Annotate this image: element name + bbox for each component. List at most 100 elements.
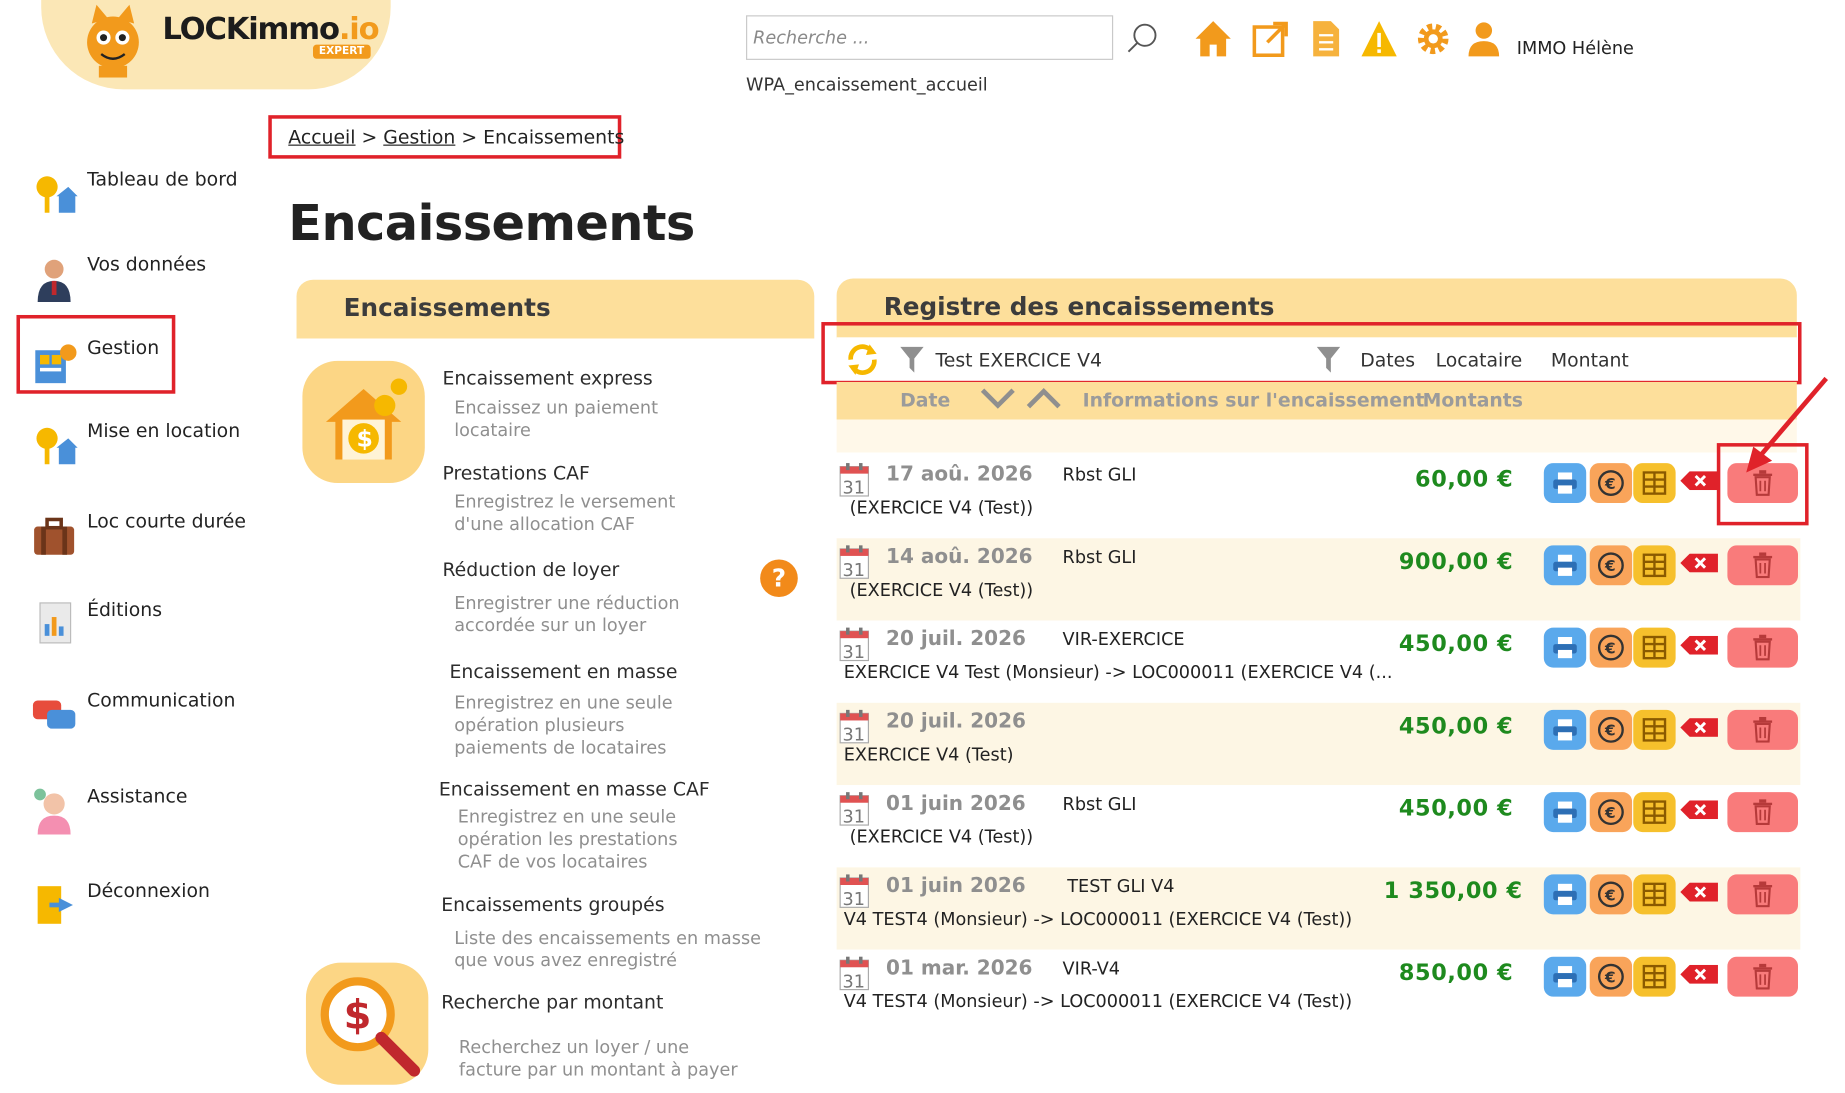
print-button[interactable] — [1543, 545, 1587, 586]
delete-button[interactable] — [1727, 545, 1798, 586]
print-button[interactable] — [1543, 792, 1587, 833]
warning-icon[interactable] — [1360, 19, 1398, 59]
delete-button[interactable] — [1727, 956, 1798, 997]
sidebar-item-mise-en-location[interactable]: Mise en location — [28, 420, 263, 476]
row-date: 20 juil. 2026 — [886, 709, 1026, 734]
row-date: 01 juin 2026 — [886, 874, 1026, 898]
sort-amounts[interactable]: Montants — [1423, 389, 1523, 411]
gear-icon[interactable] — [1414, 19, 1452, 59]
breadcrumb-separator: > — [361, 125, 378, 149]
print-button[interactable] — [1543, 627, 1587, 668]
breadcrumb-current: Encaissements — [483, 125, 625, 149]
menu-encaissement-masse-caf[interactable]: Encaissement en masse CAF — [439, 778, 710, 800]
details-button[interactable] — [1633, 792, 1676, 833]
highlight-filter-bar — [821, 322, 1802, 385]
sidebar-item-label: Éditions — [87, 598, 163, 621]
menu-encaissement-express[interactable]: Encaissement express — [442, 367, 652, 389]
table-row[interactable]: 31 17 aoû. 2026 Rbst GLI (EXERCICE V4 (T… — [836, 456, 1801, 539]
payment-button[interactable]: € — [1589, 874, 1633, 915]
details-button[interactable] — [1633, 709, 1676, 750]
details-button[interactable] — [1633, 956, 1676, 997]
user-name[interactable]: IMMO Hélène — [1517, 38, 1634, 59]
cancel-icon[interactable] — [1680, 718, 1718, 737]
cancel-icon[interactable] — [1680, 800, 1718, 820]
payment-button[interactable]: € — [1589, 792, 1633, 833]
sidebar-item-assistance[interactable]: Assistance — [28, 785, 263, 841]
cancel-icon[interactable] — [1680, 635, 1718, 655]
cancel-icon[interactable] — [1680, 964, 1718, 984]
sidebar-item-label: Assistance — [87, 785, 188, 808]
external-link-icon[interactable] — [1251, 19, 1289, 59]
delete-button[interactable] — [1727, 874, 1798, 915]
panel-title: Registre des encaissements — [883, 292, 1275, 321]
details-button[interactable] — [1633, 874, 1676, 915]
menu-reduction-loyer[interactable]: Réduction de loyer — [442, 558, 619, 580]
row-info: (EXERCICE V4 (Test)) — [849, 579, 1034, 601]
menu-encaissements-groupes[interactable]: Encaissements groupés — [441, 893, 664, 915]
row-label: VIR-V4 — [1062, 957, 1121, 980]
user-icon[interactable] — [1465, 19, 1503, 59]
sort-ascending-icon[interactable] — [1026, 387, 1061, 411]
house-payment-icon: $ — [302, 360, 425, 484]
page-identifier: WPA_encaissement_accueil — [746, 74, 988, 96]
payment-button[interactable]: € — [1589, 956, 1633, 997]
table-row[interactable]: 31 01 mar. 2026 VIR-V4 V4 TEST4 (Monsieu… — [836, 949, 1801, 1032]
print-button[interactable] — [1543, 956, 1587, 997]
sort-info[interactable]: Informations sur l'encaissement — [1083, 389, 1425, 411]
sidebar-item-tableau-de-bord[interactable]: Tableau de bord — [28, 168, 263, 224]
calendar-icon: 31 — [839, 709, 869, 744]
menu-desc: d'une allocation CAF — [454, 513, 636, 535]
highlight-gestion — [16, 314, 176, 394]
row-date: 20 juil. 2026 — [886, 627, 1026, 652]
payment-button[interactable]: € — [1589, 709, 1633, 750]
row-label: TEST GLI V4 — [1067, 875, 1175, 897]
search-input[interactable] — [746, 15, 1114, 60]
help-icon[interactable]: ? — [760, 559, 798, 598]
table-row[interactable]: 31 14 aoû. 2026 Rbst GLI (EXERCICE V4 (T… — [836, 538, 1801, 621]
sidebar-item-editions[interactable]: Éditions — [28, 598, 263, 654]
delete-button[interactable] — [1727, 792, 1798, 833]
details-button[interactable] — [1633, 545, 1676, 586]
svg-text:31: 31 — [843, 808, 865, 827]
row-amount: 450,00 € — [1398, 713, 1514, 740]
table-row[interactable]: 31 20 juil. 2026 EXERCICE V4 (Test) 450,… — [836, 702, 1801, 786]
payment-button[interactable]: € — [1589, 463, 1633, 504]
details-button[interactable] — [1633, 463, 1676, 504]
breadcrumb-gestion-link[interactable]: Gestion — [383, 126, 455, 148]
cancel-icon[interactable] — [1680, 553, 1718, 573]
print-button[interactable] — [1543, 709, 1587, 750]
delete-button[interactable] — [1727, 627, 1798, 668]
payment-button[interactable]: € — [1589, 627, 1633, 668]
details-button[interactable] — [1633, 627, 1676, 668]
menu-desc: Enregistrez en une seule — [457, 806, 677, 828]
sidebar-item-vos-donnees[interactable]: Vos données — [28, 253, 263, 309]
cancel-icon[interactable] — [1680, 471, 1718, 491]
sort-descending-icon[interactable] — [980, 387, 1015, 411]
print-button[interactable] — [1543, 463, 1587, 504]
menu-recherche-montant[interactable]: Recherche par montant — [441, 991, 663, 1013]
logo-suffix: .io — [338, 11, 380, 48]
payment-button[interactable]: € — [1589, 545, 1633, 586]
row-label: Rbst GLI — [1062, 464, 1137, 486]
menu-desc: facture par un montant à payer — [458, 1058, 738, 1081]
sort-date[interactable]: Date — [900, 389, 950, 411]
menu-prestations-caf[interactable]: Prestations CAF — [442, 462, 589, 484]
table-row[interactable]: 31 01 juin 2026 Rbst GLI (EXERCICE V4 (T… — [836, 785, 1801, 868]
table-row[interactable]: 31 20 juil. 2026 VIR-EXERCICE EXERCICE V… — [836, 620, 1801, 703]
sidebar-item-deconnexion[interactable]: Déconnexion — [28, 879, 263, 935]
sidebar-item-communication[interactable]: Communication — [28, 689, 263, 745]
print-button[interactable] — [1543, 874, 1587, 915]
sidebar-item-loc-courte-duree[interactable]: Loc courte durée — [28, 510, 263, 566]
document-icon[interactable] — [1307, 19, 1345, 59]
cancel-icon[interactable] — [1680, 882, 1718, 902]
table-row[interactable]: 31 01 juin 2026 TEST GLI V4 V4 TEST4 (Mo… — [836, 867, 1801, 950]
menu-encaissement-masse[interactable]: Encaissement en masse — [449, 661, 677, 683]
breadcrumb-home-link[interactable]: Accueil — [288, 126, 355, 148]
row-amount: 450,00 € — [1398, 795, 1514, 822]
search-icon[interactable] — [1125, 21, 1160, 56]
logo-text[interactable]: LOCKimmo.io — [162, 11, 380, 48]
delete-button[interactable] — [1727, 709, 1798, 750]
home-icon[interactable] — [1194, 19, 1232, 59]
profile-icon — [37, 259, 71, 303]
support-icon — [34, 788, 71, 835]
